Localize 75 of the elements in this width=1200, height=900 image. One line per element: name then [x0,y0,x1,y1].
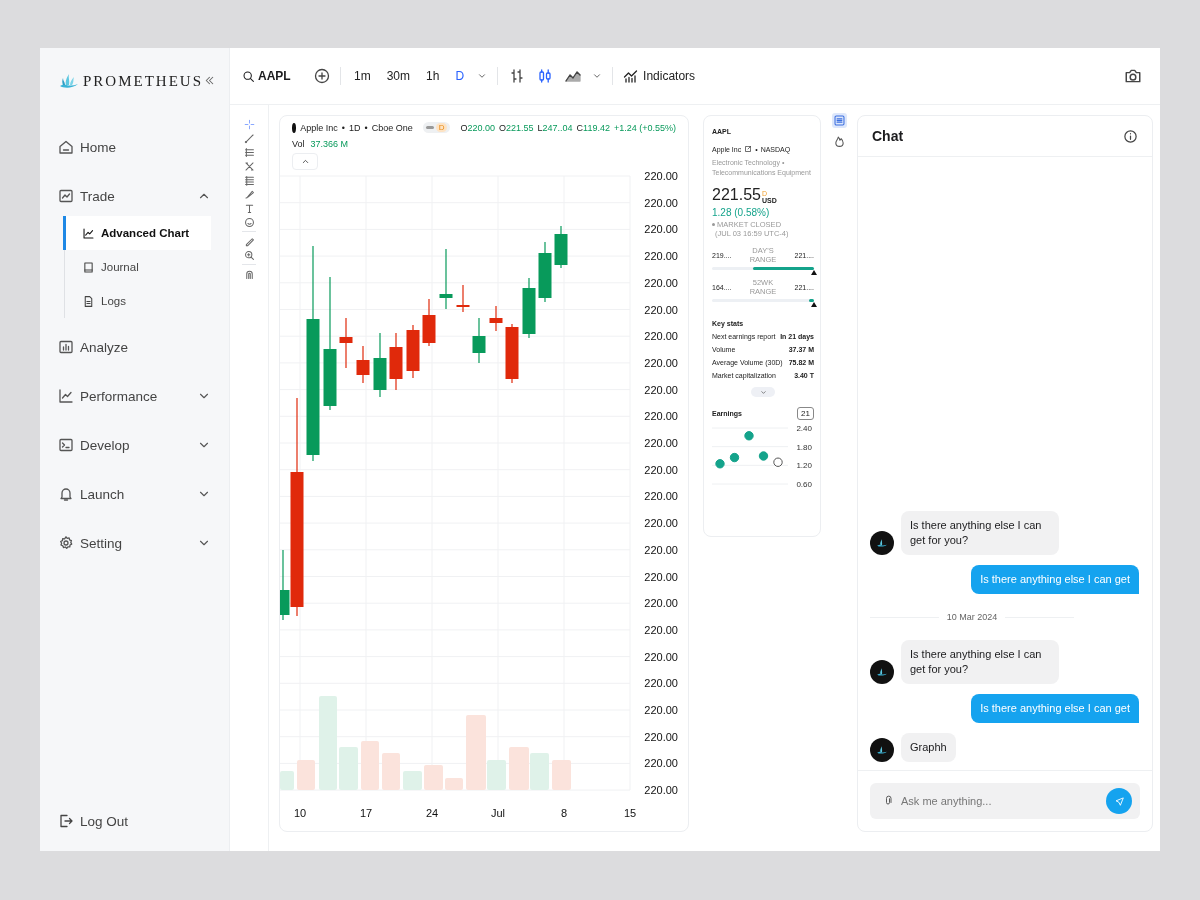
nav-item[interactable]: Analyze [58,332,215,362]
ohlc-value: O220.00 [460,122,495,133]
nav-item[interactable]: Trade [58,181,215,211]
chat-title: Chat [872,128,904,144]
timeframe-button[interactable]: 30m [383,69,413,83]
bot-message: Is there anything else I can get for you? [901,640,1059,684]
nav-subitem[interactable]: Advanced Chart [63,216,211,250]
price-label: 220.00 [644,303,678,316]
nav-item[interactable]: Home [58,132,215,162]
nav-item[interactable]: Performance [58,381,215,411]
price-label: 220.00 [644,463,678,476]
date-label: 10 [293,807,307,819]
symbol-search[interactable]: AAPL [242,69,304,83]
legend-text: 1D [348,122,361,133]
price-label: 220.00 [644,730,678,743]
axis-label: 1.20 [796,461,812,471]
axis-label: 2.40 [796,424,812,433]
date-label: Jul [490,807,506,819]
nav-item[interactable]: Develop [58,430,215,460]
chat-input[interactable]: Ask me anything... [870,783,1140,819]
volume-label: Vol [292,139,305,149]
brand-name: PROMETHEUS [83,72,203,90]
price-label: 220.00 [644,196,678,209]
ohlc-value: L247..04 [537,122,573,133]
price-label: 220.00 [644,597,678,610]
nav-item[interactable]: Setting [58,528,215,558]
axis-label: 0.60 [796,480,812,489]
date-label: 17 [359,807,373,819]
price-label: 220.00 [644,330,678,343]
change-value: +1.24 (+0.55%) [613,122,676,133]
price-value: 221.55 [712,186,761,204]
price-label: 220.00 [644,784,678,797]
indicators-button[interactable]: Indicators [623,68,696,84]
price-label: 220.00 [644,704,678,716]
price-label: 220.00 [644,677,678,690]
earnings-count: 21 [797,407,814,420]
user-message: Is there anything else I can get [971,694,1139,723]
price-label: 220.00 [644,517,678,530]
nav-subitem[interactable]: Logs [63,284,211,318]
nav-subitem[interactable]: Journal [63,250,211,284]
bot-message: Graphh [901,733,956,762]
date-divider: 10 Mar 2024 [946,612,998,622]
price-label: 220.00 [644,757,678,770]
ohlc-value: O221.55 [499,122,534,133]
timeframe-button[interactable]: D [452,69,468,83]
price-label: 220.00 [644,356,678,369]
bot-message: Is there anything else I can get for you? [901,511,1059,555]
logout-button[interactable]: Log Out [58,813,215,829]
date-label: 8 [560,807,568,819]
price-label: 220.00 [644,650,678,663]
price-label: 220.00 [644,170,678,182]
volume-value: 37.366 M [310,139,349,149]
nav-item[interactable]: Launch [58,479,215,509]
price-label: 220.00 [644,623,678,636]
timeframe-button[interactable]: 1m [351,69,374,83]
price-label: 220.00 [644,410,678,423]
user-message: Is there anything else I can get [971,565,1139,594]
legend-text: Apple Inc [300,122,338,133]
price-label: 220.00 [644,223,678,236]
timeframe-button[interactable]: 1h [423,69,443,83]
price-label: 220.00 [644,276,678,289]
separator-dot: • [364,122,368,133]
price-label: 220.00 [644,437,678,449]
separator-dot: • [341,122,345,133]
axis-label: 1.80 [796,442,812,452]
date-label: 15 [623,807,637,819]
legend-text: Cboe One [371,122,413,133]
price-label: 220.00 [644,383,678,396]
price-change: 1.28 (0.58%) [712,207,771,218]
price-label: 220.00 [644,250,678,263]
date-label: 24 [425,807,439,819]
price-label: 220.00 [644,490,678,503]
price-label: 220.00 [644,570,678,583]
price-label: 220.00 [644,543,678,556]
ohlc-value: C119.42 [576,122,610,133]
